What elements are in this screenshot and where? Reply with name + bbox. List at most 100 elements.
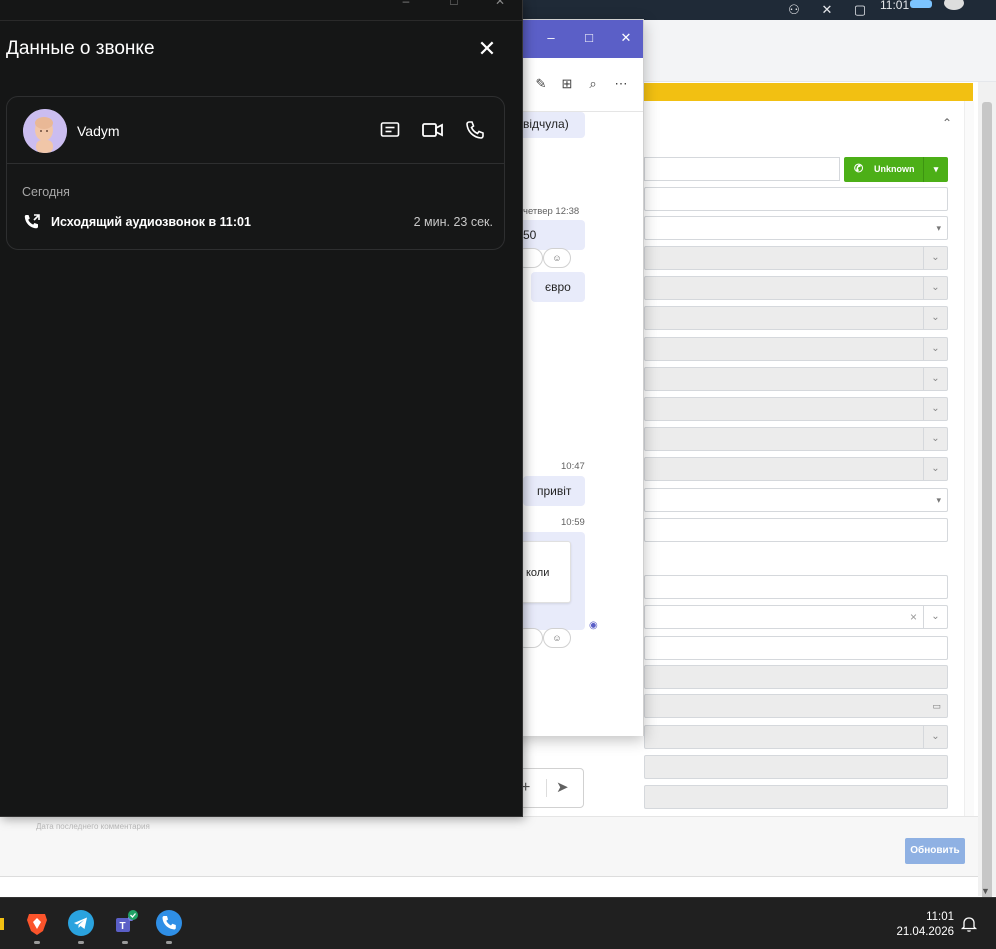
minimize-icon[interactable]: – <box>396 0 416 8</box>
phone-icon[interactable] <box>464 119 488 141</box>
message-bubble[interactable]: відчула) <box>517 112 585 138</box>
form-select[interactable]: ⌄ <box>644 427 948 451</box>
window-icon[interactable]: ▢ <box>852 2 868 18</box>
chat-icon[interactable] <box>379 119 403 141</box>
brave-icon[interactable] <box>24 910 50 936</box>
message-timestamp: четвер 12:38 <box>523 206 580 217</box>
message-bubble[interactable]: коли <box>517 532 585 630</box>
form-field[interactable] <box>644 187 948 211</box>
day-label: Сегодня <box>22 185 70 199</box>
page-scrollbar[interactable]: ▼ <box>978 82 996 942</box>
add-reaction-icon[interactable]: ☺ <box>543 248 571 268</box>
file-explorer-icon[interactable] <box>0 918 4 930</box>
message-timestamp: 10:47 <box>561 461 585 472</box>
call-description: Исходящий аудиозвонок в 11:01 <box>51 215 251 229</box>
message-text: коли <box>526 567 550 579</box>
form-select[interactable]: ⌄ <box>644 457 948 481</box>
chevron-down-icon: ⌄ <box>923 726 947 748</box>
call-off-icon[interactable]: ✕ <box>819 2 835 18</box>
pop-out-icon[interactable]: ✎ <box>533 76 549 92</box>
form-select[interactable]: ⌄ <box>644 306 948 330</box>
calendar-icon: ▭ <box>932 701 941 711</box>
date-field[interactable]: ▭ <box>644 694 948 718</box>
collapse-icon[interactable]: ⌃ <box>942 116 952 130</box>
chevron-down-icon: ▾ <box>936 223 941 233</box>
taskbar-clock-time[interactable]: 11:01 <box>910 911 954 923</box>
user-icon[interactable]: ⚇ <box>786 2 802 18</box>
form-select[interactable]: ⌄ <box>644 246 948 270</box>
chevron-down-icon: ⌄ <box>923 307 947 329</box>
caller-name: Vadym <box>77 123 120 139</box>
form-select[interactable]: ⌄ <box>644 367 948 391</box>
message-card[interactable]: коли <box>517 541 571 603</box>
divider <box>7 163 504 164</box>
taskbar-clock-date[interactable]: 21.04.2026 <box>890 926 954 938</box>
message-bubble[interactable]: привіт <box>523 476 585 506</box>
form-select[interactable]: ⌄ <box>644 725 948 749</box>
form-field <box>644 665 948 689</box>
teams-icon[interactable]: T <box>112 910 138 936</box>
avatar[interactable] <box>23 109 67 153</box>
clear-icon[interactable]: × <box>910 606 917 628</box>
more-icon[interactable]: ⋯ <box>613 76 629 92</box>
maximize-icon[interactable]: □ <box>579 28 599 48</box>
form-field[interactable] <box>644 575 948 599</box>
phone-icon: ✆ <box>854 163 864 175</box>
chevron-down-icon: ⌄ <box>923 606 947 628</box>
chevron-down-icon: ⌄ <box>923 428 947 450</box>
form-field <box>644 785 948 809</box>
minimize-icon[interactable]: – <box>541 28 561 48</box>
chevron-down-icon: ▾ <box>936 495 941 505</box>
taskbar: T <box>0 897 996 949</box>
form-select[interactable]: ⌄ <box>644 337 948 361</box>
call-card: Vadym Сегодня Исходящий аудиозвонок в 11… <box>6 96 505 250</box>
telegram-icon[interactable] <box>68 910 94 936</box>
unknown-call-button[interactable]: ✆ Unknown ▾ <box>844 157 948 182</box>
send-icon[interactable]: ➤ <box>556 778 569 796</box>
maximize-icon[interactable]: □ <box>444 0 464 8</box>
form-scrollbar[interactable] <box>964 101 974 821</box>
form-select[interactable]: × ⌄ <box>644 605 948 629</box>
ghost-label: Дата последнего комментария <box>36 822 150 831</box>
chevron-down-icon: ⌄ <box>923 277 947 299</box>
form-field[interactable] <box>644 518 948 542</box>
form-select[interactable]: ⌄ <box>644 397 948 421</box>
close-button[interactable]: ✕ <box>476 37 498 61</box>
outgoing-call-icon <box>23 213 41 231</box>
scroll-down-icon[interactable]: ▼ <box>981 886 990 896</box>
update-button[interactable]: Обновить <box>905 838 965 864</box>
call-duration: 2 мин. 23 сек. <box>413 215 493 229</box>
message-bubble[interactable]: 50 <box>517 220 585 250</box>
chevron-down-icon: ⌄ <box>923 368 947 390</box>
message-text: привіт <box>537 484 572 498</box>
message-text: відчула) <box>523 117 569 131</box>
form-field[interactable] <box>644 636 948 660</box>
chevron-down-icon: ⌄ <box>923 247 947 269</box>
form-select[interactable]: ▾ <box>644 216 948 240</box>
app-running-indicator <box>78 941 84 944</box>
notification-bell-icon[interactable] <box>960 915 978 933</box>
phone-field[interactable] <box>644 157 840 181</box>
dropdown-icon[interactable]: ▾ <box>923 157 948 182</box>
weather-icon <box>910 0 932 8</box>
form-select[interactable]: ▾ <box>644 488 948 512</box>
page-title: Данные о звонке <box>6 38 155 59</box>
video-icon[interactable] <box>421 119 445 141</box>
form-select[interactable]: ⌄ <box>644 276 948 300</box>
add-reaction-icon[interactable]: ☺ <box>543 628 571 648</box>
search-icon[interactable]: ⌕ <box>585 76 601 92</box>
chevron-down-icon: ⌄ <box>923 338 947 360</box>
top-clock: 11:01 <box>880 0 910 12</box>
message-bubble[interactable]: євро <box>531 272 585 302</box>
message-text: 50 <box>523 228 537 242</box>
unknown-label: Unknown <box>874 164 915 174</box>
phone-app-icon[interactable] <box>156 910 182 936</box>
scroll-thumb[interactable] <box>982 102 992 942</box>
call-details-window: – □ ✕ Данные о звонке ✕ Vadym Сегодня Ис… <box>0 0 523 817</box>
close-icon[interactable]: ✕ <box>490 0 510 8</box>
chevron-down-icon: ⌄ <box>923 398 947 420</box>
profile-avatar[interactable] <box>944 0 964 10</box>
seen-icon: ◉ <box>589 620 598 631</box>
close-icon[interactable]: ✕ <box>616 28 636 48</box>
apps-icon[interactable]: ⊞ <box>559 76 575 92</box>
